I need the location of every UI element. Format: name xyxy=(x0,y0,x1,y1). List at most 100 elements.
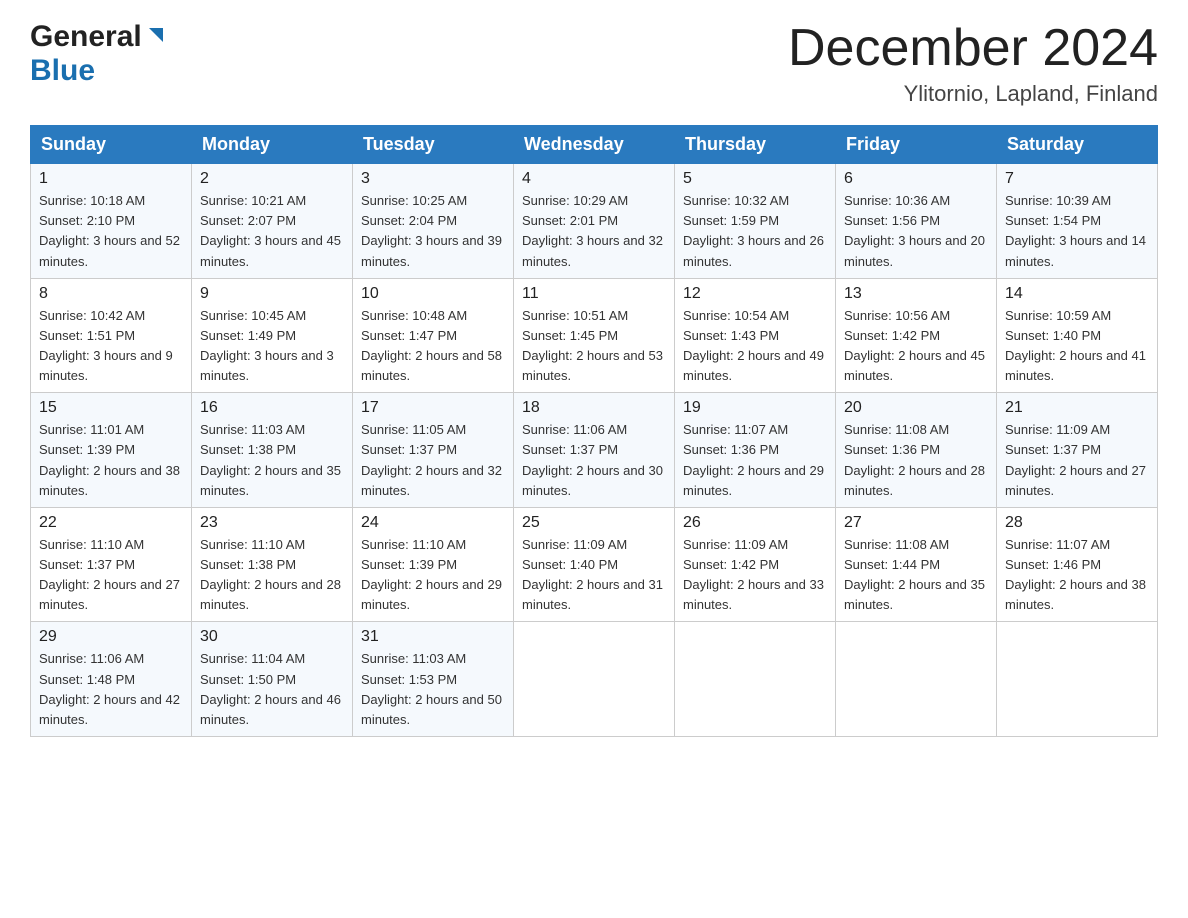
day-number: 1 xyxy=(39,170,183,188)
day-info: Sunrise: 11:06 AMSunset: 1:37 PMDaylight… xyxy=(522,422,663,497)
calendar-cell: 5 Sunrise: 10:32 AMSunset: 1:59 PMDaylig… xyxy=(675,164,836,279)
day-info: Sunrise: 11:10 AMSunset: 1:39 PMDaylight… xyxy=(361,537,502,612)
day-number: 9 xyxy=(200,285,344,303)
day-info: Sunrise: 11:07 AMSunset: 1:36 PMDaylight… xyxy=(683,422,824,497)
day-number: 11 xyxy=(522,285,666,303)
day-number: 15 xyxy=(39,399,183,417)
day-info: Sunrise: 11:05 AMSunset: 1:37 PMDaylight… xyxy=(361,422,502,497)
day-number: 27 xyxy=(844,514,988,532)
day-number: 3 xyxy=(361,170,505,188)
day-info: Sunrise: 10:59 AMSunset: 1:40 PMDaylight… xyxy=(1005,308,1146,383)
calendar-cell: 8 Sunrise: 10:42 AMSunset: 1:51 PMDaylig… xyxy=(31,278,192,393)
calendar-cell: 19 Sunrise: 11:07 AMSunset: 1:36 PMDayli… xyxy=(675,393,836,508)
day-info: Sunrise: 11:04 AMSunset: 1:50 PMDaylight… xyxy=(200,651,341,726)
day-info: Sunrise: 11:09 AMSunset: 1:40 PMDaylight… xyxy=(522,537,663,612)
calendar-cell: 15 Sunrise: 11:01 AMSunset: 1:39 PMDayli… xyxy=(31,393,192,508)
weekday-header-tuesday: Tuesday xyxy=(353,126,514,164)
day-number: 21 xyxy=(1005,399,1149,417)
day-number: 18 xyxy=(522,399,666,417)
calendar-cell: 14 Sunrise: 10:59 AMSunset: 1:40 PMDayli… xyxy=(997,278,1158,393)
weekday-header-thursday: Thursday xyxy=(675,126,836,164)
day-number: 16 xyxy=(200,399,344,417)
logo-triangle-icon xyxy=(142,24,167,50)
day-info: Sunrise: 10:45 AMSunset: 1:49 PMDaylight… xyxy=(200,308,334,383)
day-number: 25 xyxy=(522,514,666,532)
calendar-week-3: 15 Sunrise: 11:01 AMSunset: 1:39 PMDayli… xyxy=(31,393,1158,508)
calendar-cell: 9 Sunrise: 10:45 AMSunset: 1:49 PMDaylig… xyxy=(192,278,353,393)
calendar-cell: 29 Sunrise: 11:06 AMSunset: 1:48 PMDayli… xyxy=(31,622,192,737)
logo-blue-text: Blue xyxy=(30,54,95,88)
calendar-cell: 21 Sunrise: 11:09 AMSunset: 1:37 PMDayli… xyxy=(997,393,1158,508)
calendar-cell: 12 Sunrise: 10:54 AMSunset: 1:43 PMDayli… xyxy=(675,278,836,393)
calendar-cell: 6 Sunrise: 10:36 AMSunset: 1:56 PMDaylig… xyxy=(836,164,997,279)
calendar-cell: 26 Sunrise: 11:09 AMSunset: 1:42 PMDayli… xyxy=(675,507,836,622)
day-info: Sunrise: 11:08 AMSunset: 1:44 PMDaylight… xyxy=(844,537,985,612)
calendar-cell: 4 Sunrise: 10:29 AMSunset: 2:01 PMDaylig… xyxy=(514,164,675,279)
calendar-week-5: 29 Sunrise: 11:06 AMSunset: 1:48 PMDayli… xyxy=(31,622,1158,737)
day-number: 2 xyxy=(200,170,344,188)
day-info: Sunrise: 10:25 AMSunset: 2:04 PMDaylight… xyxy=(361,193,502,268)
day-info: Sunrise: 10:29 AMSunset: 2:01 PMDaylight… xyxy=(522,193,663,268)
day-number: 17 xyxy=(361,399,505,417)
day-info: Sunrise: 10:21 AMSunset: 2:07 PMDaylight… xyxy=(200,193,341,268)
calendar-cell xyxy=(997,622,1158,737)
day-number: 6 xyxy=(844,170,988,188)
day-number: 12 xyxy=(683,285,827,303)
weekday-header-monday: Monday xyxy=(192,126,353,164)
day-number: 19 xyxy=(683,399,827,417)
calendar-cell: 13 Sunrise: 10:56 AMSunset: 1:42 PMDayli… xyxy=(836,278,997,393)
logo-general-text: General xyxy=(30,20,142,54)
weekday-header-row: SundayMondayTuesdayWednesdayThursdayFrid… xyxy=(31,126,1158,164)
calendar-cell: 3 Sunrise: 10:25 AMSunset: 2:04 PMDaylig… xyxy=(353,164,514,279)
calendar-cell: 7 Sunrise: 10:39 AMSunset: 1:54 PMDaylig… xyxy=(997,164,1158,279)
calendar-cell: 10 Sunrise: 10:48 AMSunset: 1:47 PMDayli… xyxy=(353,278,514,393)
day-number: 22 xyxy=(39,514,183,532)
day-number: 23 xyxy=(200,514,344,532)
day-info: Sunrise: 10:54 AMSunset: 1:43 PMDaylight… xyxy=(683,308,824,383)
day-number: 28 xyxy=(1005,514,1149,532)
logo: General Blue xyxy=(30,20,167,88)
calendar-week-2: 8 Sunrise: 10:42 AMSunset: 1:51 PMDaylig… xyxy=(31,278,1158,393)
calendar-cell xyxy=(836,622,997,737)
day-info: Sunrise: 10:39 AMSunset: 1:54 PMDaylight… xyxy=(1005,193,1146,268)
calendar-cell xyxy=(514,622,675,737)
page-header: General Blue December 2024 Ylitornio, La… xyxy=(30,20,1158,107)
title-area: December 2024 Ylitornio, Lapland, Finlan… xyxy=(788,20,1158,107)
calendar-cell: 25 Sunrise: 11:09 AMSunset: 1:40 PMDayli… xyxy=(514,507,675,622)
weekday-header-sunday: Sunday xyxy=(31,126,192,164)
calendar-cell xyxy=(675,622,836,737)
day-number: 24 xyxy=(361,514,505,532)
calendar-cell: 30 Sunrise: 11:04 AMSunset: 1:50 PMDayli… xyxy=(192,622,353,737)
calendar-table: SundayMondayTuesdayWednesdayThursdayFrid… xyxy=(30,125,1158,737)
location-subtitle: Ylitornio, Lapland, Finland xyxy=(788,81,1158,107)
calendar-cell: 11 Sunrise: 10:51 AMSunset: 1:45 PMDayli… xyxy=(514,278,675,393)
day-info: Sunrise: 11:10 AMSunset: 1:37 PMDaylight… xyxy=(39,537,180,612)
day-number: 26 xyxy=(683,514,827,532)
calendar-week-4: 22 Sunrise: 11:10 AMSunset: 1:37 PMDayli… xyxy=(31,507,1158,622)
day-number: 8 xyxy=(39,285,183,303)
day-info: Sunrise: 10:48 AMSunset: 1:47 PMDaylight… xyxy=(361,308,502,383)
day-number: 20 xyxy=(844,399,988,417)
month-title: December 2024 xyxy=(788,20,1158,77)
day-number: 7 xyxy=(1005,170,1149,188)
day-info: Sunrise: 10:42 AMSunset: 1:51 PMDaylight… xyxy=(39,308,173,383)
calendar-cell: 16 Sunrise: 11:03 AMSunset: 1:38 PMDayli… xyxy=(192,393,353,508)
calendar-cell: 1 Sunrise: 10:18 AMSunset: 2:10 PMDaylig… xyxy=(31,164,192,279)
day-info: Sunrise: 10:32 AMSunset: 1:59 PMDaylight… xyxy=(683,193,824,268)
day-number: 29 xyxy=(39,628,183,646)
calendar-cell: 23 Sunrise: 11:10 AMSunset: 1:38 PMDayli… xyxy=(192,507,353,622)
day-info: Sunrise: 10:36 AMSunset: 1:56 PMDaylight… xyxy=(844,193,985,268)
day-info: Sunrise: 11:03 AMSunset: 1:53 PMDaylight… xyxy=(361,651,502,726)
day-number: 14 xyxy=(1005,285,1149,303)
day-info: Sunrise: 11:10 AMSunset: 1:38 PMDaylight… xyxy=(200,537,341,612)
calendar-cell: 24 Sunrise: 11:10 AMSunset: 1:39 PMDayli… xyxy=(353,507,514,622)
day-info: Sunrise: 10:18 AMSunset: 2:10 PMDaylight… xyxy=(39,193,180,268)
day-number: 4 xyxy=(522,170,666,188)
weekday-header-friday: Friday xyxy=(836,126,997,164)
day-info: Sunrise: 11:01 AMSunset: 1:39 PMDaylight… xyxy=(39,422,180,497)
day-number: 30 xyxy=(200,628,344,646)
weekday-header-wednesday: Wednesday xyxy=(514,126,675,164)
day-info: Sunrise: 11:07 AMSunset: 1:46 PMDaylight… xyxy=(1005,537,1146,612)
day-info: Sunrise: 11:08 AMSunset: 1:36 PMDaylight… xyxy=(844,422,985,497)
day-info: Sunrise: 10:56 AMSunset: 1:42 PMDaylight… xyxy=(844,308,985,383)
